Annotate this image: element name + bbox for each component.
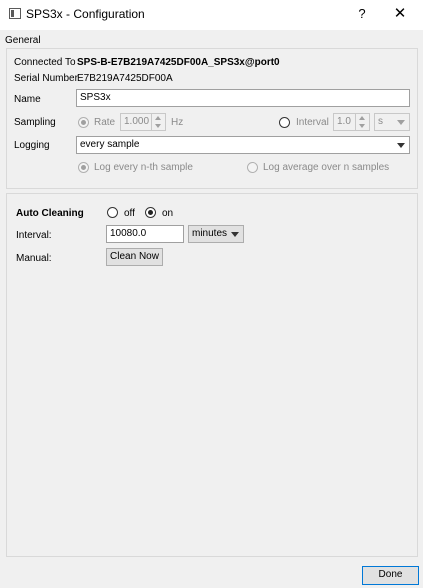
auto-cleaning-off-radio[interactable] [107, 207, 118, 218]
log-nth-label: Log every n-th sample [94, 162, 193, 173]
title-bar: SPS3x - Configuration ? ✕ [0, 0, 423, 30]
serial-number-label: Serial Number [14, 73, 78, 84]
cleaning-interval-input[interactable]: 10080.0 [106, 225, 184, 243]
logging-label: Logging [14, 140, 50, 151]
cleaning-groupbox [6, 193, 418, 557]
log-average-radio[interactable] [247, 162, 258, 173]
logging-select[interactable]: every sample [76, 136, 410, 154]
close-button[interactable]: ✕ [390, 6, 410, 22]
name-input[interactable]: SPS3x [76, 89, 410, 107]
cleaning-interval-label: Interval: [16, 230, 52, 241]
app-window-icon [9, 8, 21, 19]
rate-value: 1.000 [124, 116, 150, 127]
rate-unit: Hz [171, 117, 184, 128]
sampling-label: Sampling [14, 117, 56, 128]
log-nth-radio-dot [81, 165, 86, 170]
rate-spinbox[interactable]: 1.000 [120, 113, 166, 131]
log-average-label: Log average over n samples [263, 162, 390, 173]
logging-value: every sample [80, 139, 140, 150]
chevron-down-icon [231, 232, 239, 237]
auto-cleaning-label: Auto Cleaning [16, 208, 84, 219]
dialog-button-bar [0, 560, 423, 588]
rate-radio[interactable] [78, 117, 89, 128]
sampling-interval-value: 1.0 [337, 116, 351, 127]
auto-cleaning-on-radio[interactable] [145, 207, 156, 218]
help-button[interactable]: ? [352, 6, 372, 22]
log-nth-radio[interactable] [78, 162, 89, 173]
clean-now-button[interactable]: Clean Now [106, 248, 163, 266]
chevron-down-icon [397, 143, 405, 148]
serial-number-value: E7B219A7425DF00A [77, 73, 173, 84]
sampling-interval-spinbox[interactable]: 1.0 [333, 113, 370, 131]
sampling-interval-label: Interval [296, 117, 329, 128]
manual-label: Manual: [16, 253, 52, 264]
auto-cleaning-on-label: on [162, 208, 174, 219]
sampling-interval-spin-arrows[interactable] [355, 113, 369, 131]
connected-to-label: Connected To [14, 57, 76, 68]
cleaning-interval-unit: minutes [192, 228, 228, 239]
done-button[interactable]: Done [362, 566, 419, 585]
cleaning-interval-unit-select[interactable]: minutes [188, 225, 244, 243]
rate-radio-dot [81, 120, 86, 125]
interval-radio[interactable] [279, 117, 290, 128]
connected-to-value: SPS-B-E7B219A7425DF00A_SPS3x@port0 [77, 57, 280, 68]
sampling-interval-unit-select[interactable]: s [374, 113, 410, 131]
name-label: Name [14, 94, 41, 105]
window-title: SPS3x - Configuration [26, 7, 145, 21]
general-section-label: General [5, 35, 41, 46]
auto-cleaning-off-label: off [124, 208, 135, 219]
rate-spin-arrows[interactable] [151, 113, 165, 131]
rate-label: Rate [94, 117, 116, 128]
auto-cleaning-on-radio-dot [148, 210, 153, 215]
sampling-interval-unit: s [378, 116, 383, 127]
chevron-down-icon [397, 120, 405, 125]
